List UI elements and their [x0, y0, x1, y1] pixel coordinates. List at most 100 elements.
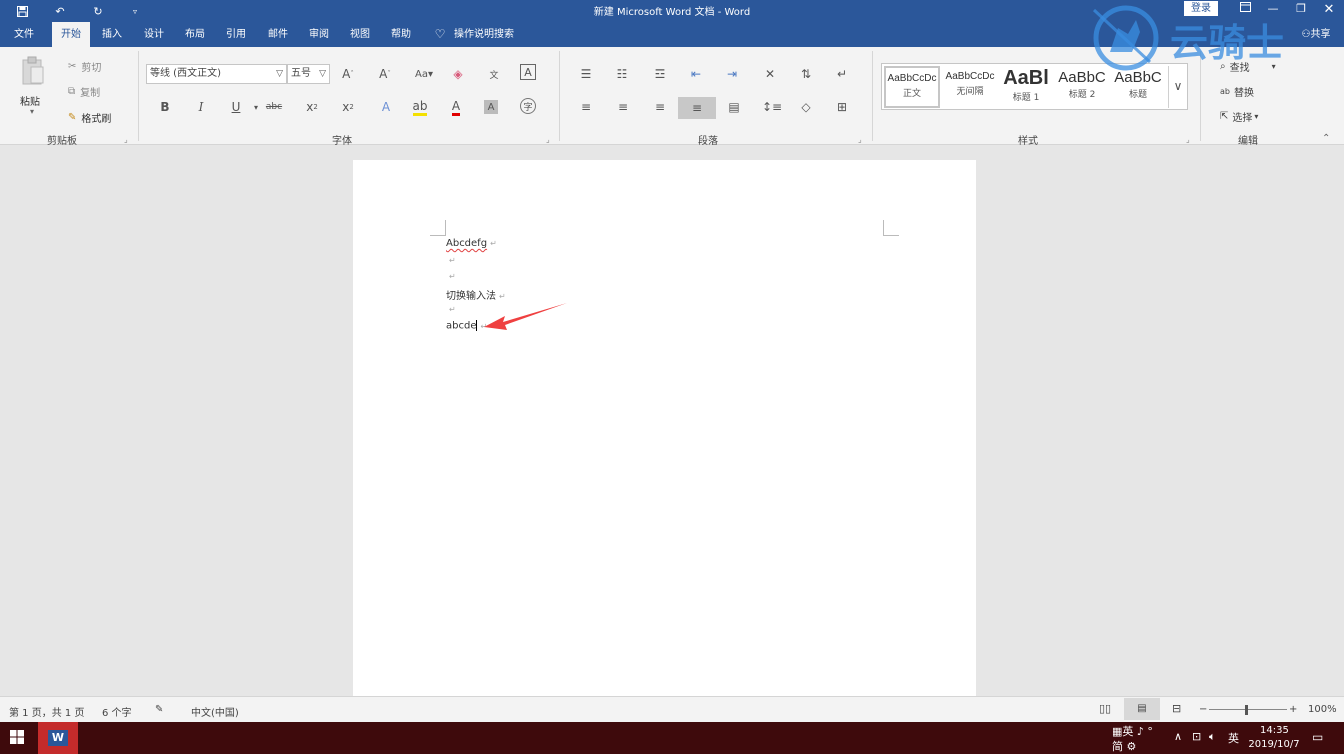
clear-formatting-icon[interactable]: ◈ [448, 65, 468, 83]
tab-help[interactable]: 帮助 [385, 22, 417, 47]
close-icon[interactable]: ✕ [1319, 2, 1339, 18]
sort-icon[interactable]: ⇅ [796, 65, 816, 83]
document-line[interactable]: Abcdefg ↵ [446, 238, 497, 249]
clipboard-launcher-icon[interactable]: ⌟ [124, 135, 128, 144]
clock-time[interactable]: 14:35 [1260, 725, 1289, 736]
style-heading-2[interactable]: AaBbC 标题 2 [1054, 66, 1110, 108]
align-left-icon[interactable]: ≡ [576, 98, 596, 116]
tray-expand-icon[interactable]: ∧ [1174, 730, 1182, 743]
zoom-slider[interactable] [1209, 709, 1287, 710]
style-heading-1[interactable]: AaBl 标题 1 [998, 66, 1054, 108]
paste-dropdown-icon[interactable]: ▾ [30, 107, 34, 116]
ribbon-display-icon[interactable] [1235, 2, 1255, 18]
style-no-spacing[interactable]: AaBbCcDc 无间隔 [942, 66, 998, 108]
document-line[interactable]: ↵ [446, 255, 456, 266]
zoom-out-icon[interactable]: − [1199, 704, 1207, 715]
input-language[interactable]: 英 [1228, 730, 1239, 746]
paragraph-launcher-icon[interactable]: ⌟ [858, 135, 862, 144]
proofing-icon[interactable]: ✎ [155, 704, 163, 715]
font-color-icon[interactable]: A [446, 98, 466, 116]
document-canvas[interactable]: Abcdefg ↵ ↵ ↵ 切换输入法 ↵ ↵ abcde ↵ [0, 146, 1344, 700]
copy-button[interactable]: ⧉ 复制 [68, 84, 100, 99]
line-spacing-icon[interactable]: ↕≡ [762, 98, 782, 116]
numbering-icon[interactable]: ☷ [612, 65, 632, 83]
zoom-in-icon[interactable]: + [1289, 704, 1297, 715]
paste-icon[interactable] [20, 55, 46, 87]
styles-launcher-icon[interactable]: ⌟ [1186, 135, 1190, 144]
clock-date[interactable]: 2019/10/7 [1248, 739, 1300, 750]
shrink-font-icon[interactable]: Aˇ [375, 65, 395, 83]
font-name-select[interactable]: 等线 (西文正文) ▽ [146, 64, 287, 84]
subscript-icon[interactable]: x2 [302, 98, 322, 116]
document-line[interactable]: ↵ [446, 271, 456, 282]
show-marks-icon[interactable]: ↵ [832, 65, 852, 83]
distributed-icon[interactable]: ▤ [724, 98, 744, 116]
change-case-icon[interactable]: Aa▾ [412, 65, 436, 83]
shading-icon[interactable]: ◇ [796, 98, 816, 116]
network-icon[interactable]: ⊡ [1192, 730, 1201, 743]
enclose-characters-icon[interactable]: 字 [520, 98, 536, 114]
tab-home[interactable]: 开始 [52, 22, 90, 47]
format-painter-button[interactable]: ✎ 格式刷 [68, 110, 111, 125]
paste-button[interactable]: 粘贴 [20, 93, 40, 108]
restore-icon[interactable]: ❐ [1291, 2, 1311, 18]
tab-insert[interactable]: 插入 [96, 22, 128, 47]
find-button[interactable]: ⌕ 查找 ▾ [1220, 59, 1276, 74]
volume-icon[interactable]: 🔈︎ [1209, 730, 1216, 744]
bold-icon[interactable]: B [155, 98, 175, 116]
bullets-icon[interactable]: ☰ [576, 65, 596, 83]
align-right-icon[interactable]: ≡ [650, 98, 670, 116]
ime-mode[interactable]: ▦英 ♪ ° [1112, 723, 1153, 739]
highlight-color-icon[interactable]: ab [410, 98, 430, 116]
text-effects-icon[interactable]: A [376, 98, 396, 116]
tab-file[interactable]: 文件 [8, 22, 40, 47]
share-button[interactable]: ⚇共享 [1296, 22, 1336, 47]
word-taskbar-button[interactable]: W [38, 722, 78, 754]
justify-icon[interactable]: ≡ [678, 97, 716, 119]
style-normal[interactable]: AaBbCcDc 正文 [884, 66, 940, 108]
collapse-ribbon-icon[interactable]: ⌃ [1322, 133, 1330, 144]
web-layout-icon[interactable]: ⊟ [1172, 702, 1181, 715]
windows-start-icon[interactable] [10, 730, 24, 747]
ime-script[interactable]: 简 ⚙ [1112, 738, 1136, 754]
zoom-level[interactable]: 100% [1308, 704, 1337, 715]
word-count[interactable]: 6 个字 [102, 704, 132, 719]
login-button[interactable]: 登录 [1184, 1, 1218, 16]
styles-more-icon[interactable]: ∨ [1168, 66, 1187, 108]
zoom-slider-thumb[interactable] [1245, 705, 1248, 715]
underline-icon[interactable]: U [226, 98, 246, 116]
increase-indent-icon[interactable]: ⇥ [722, 65, 742, 83]
document-line[interactable]: ↵ [446, 304, 456, 315]
language-status[interactable]: 中文(中国) [191, 704, 239, 719]
select-button[interactable]: ⇱ 选择 ▾ [1220, 109, 1258, 124]
strikethrough-icon[interactable]: abc [264, 98, 284, 116]
align-center-icon[interactable]: ≡ [613, 98, 633, 116]
tab-layout[interactable]: 布局 [179, 22, 211, 47]
underline-dropdown-icon[interactable]: ▾ [246, 98, 266, 116]
tab-design[interactable]: 设计 [138, 22, 170, 47]
read-mode-icon[interactable]: ▯▯ [1099, 702, 1111, 715]
tab-mailings[interactable]: 邮件 [262, 22, 294, 47]
decrease-indent-icon[interactable]: ⇤ [686, 65, 706, 83]
font-size-select[interactable]: 五号 ▽ [287, 64, 330, 84]
document-page[interactable]: Abcdefg ↵ ↵ ↵ 切换输入法 ↵ ↵ abcde ↵ [353, 160, 976, 700]
character-shading-icon[interactable]: A [484, 100, 498, 114]
tab-view[interactable]: 视图 [344, 22, 376, 47]
tab-references[interactable]: 引用 [220, 22, 252, 47]
notification-icon[interactable]: ▭ [1312, 730, 1323, 744]
font-launcher-icon[interactable]: ⌟ [546, 135, 550, 144]
page-count[interactable]: 第 1 页，共 1 页 [9, 704, 84, 719]
tell-me-search[interactable]: 操作说明搜索 [452, 22, 516, 47]
italic-icon[interactable]: I [191, 98, 211, 116]
grow-font-icon[interactable]: Aˆ [338, 65, 358, 83]
print-layout-icon[interactable]: ▤ [1124, 698, 1160, 720]
multilevel-list-icon[interactable]: ☲ [650, 65, 670, 83]
borders-icon[interactable]: ⊞ [832, 98, 852, 116]
cut-button[interactable]: ✂ 剪切 [68, 59, 101, 74]
chinese-layout-icon[interactable]: ✕ [760, 65, 780, 83]
phonetic-guide-icon[interactable]: 文 [484, 65, 504, 83]
character-border-icon[interactable]: A [520, 64, 536, 80]
superscript-icon[interactable]: x2 [338, 98, 358, 116]
replace-button[interactable]: ab 替换 [1220, 84, 1254, 99]
minimize-icon[interactable]: — [1263, 2, 1283, 18]
